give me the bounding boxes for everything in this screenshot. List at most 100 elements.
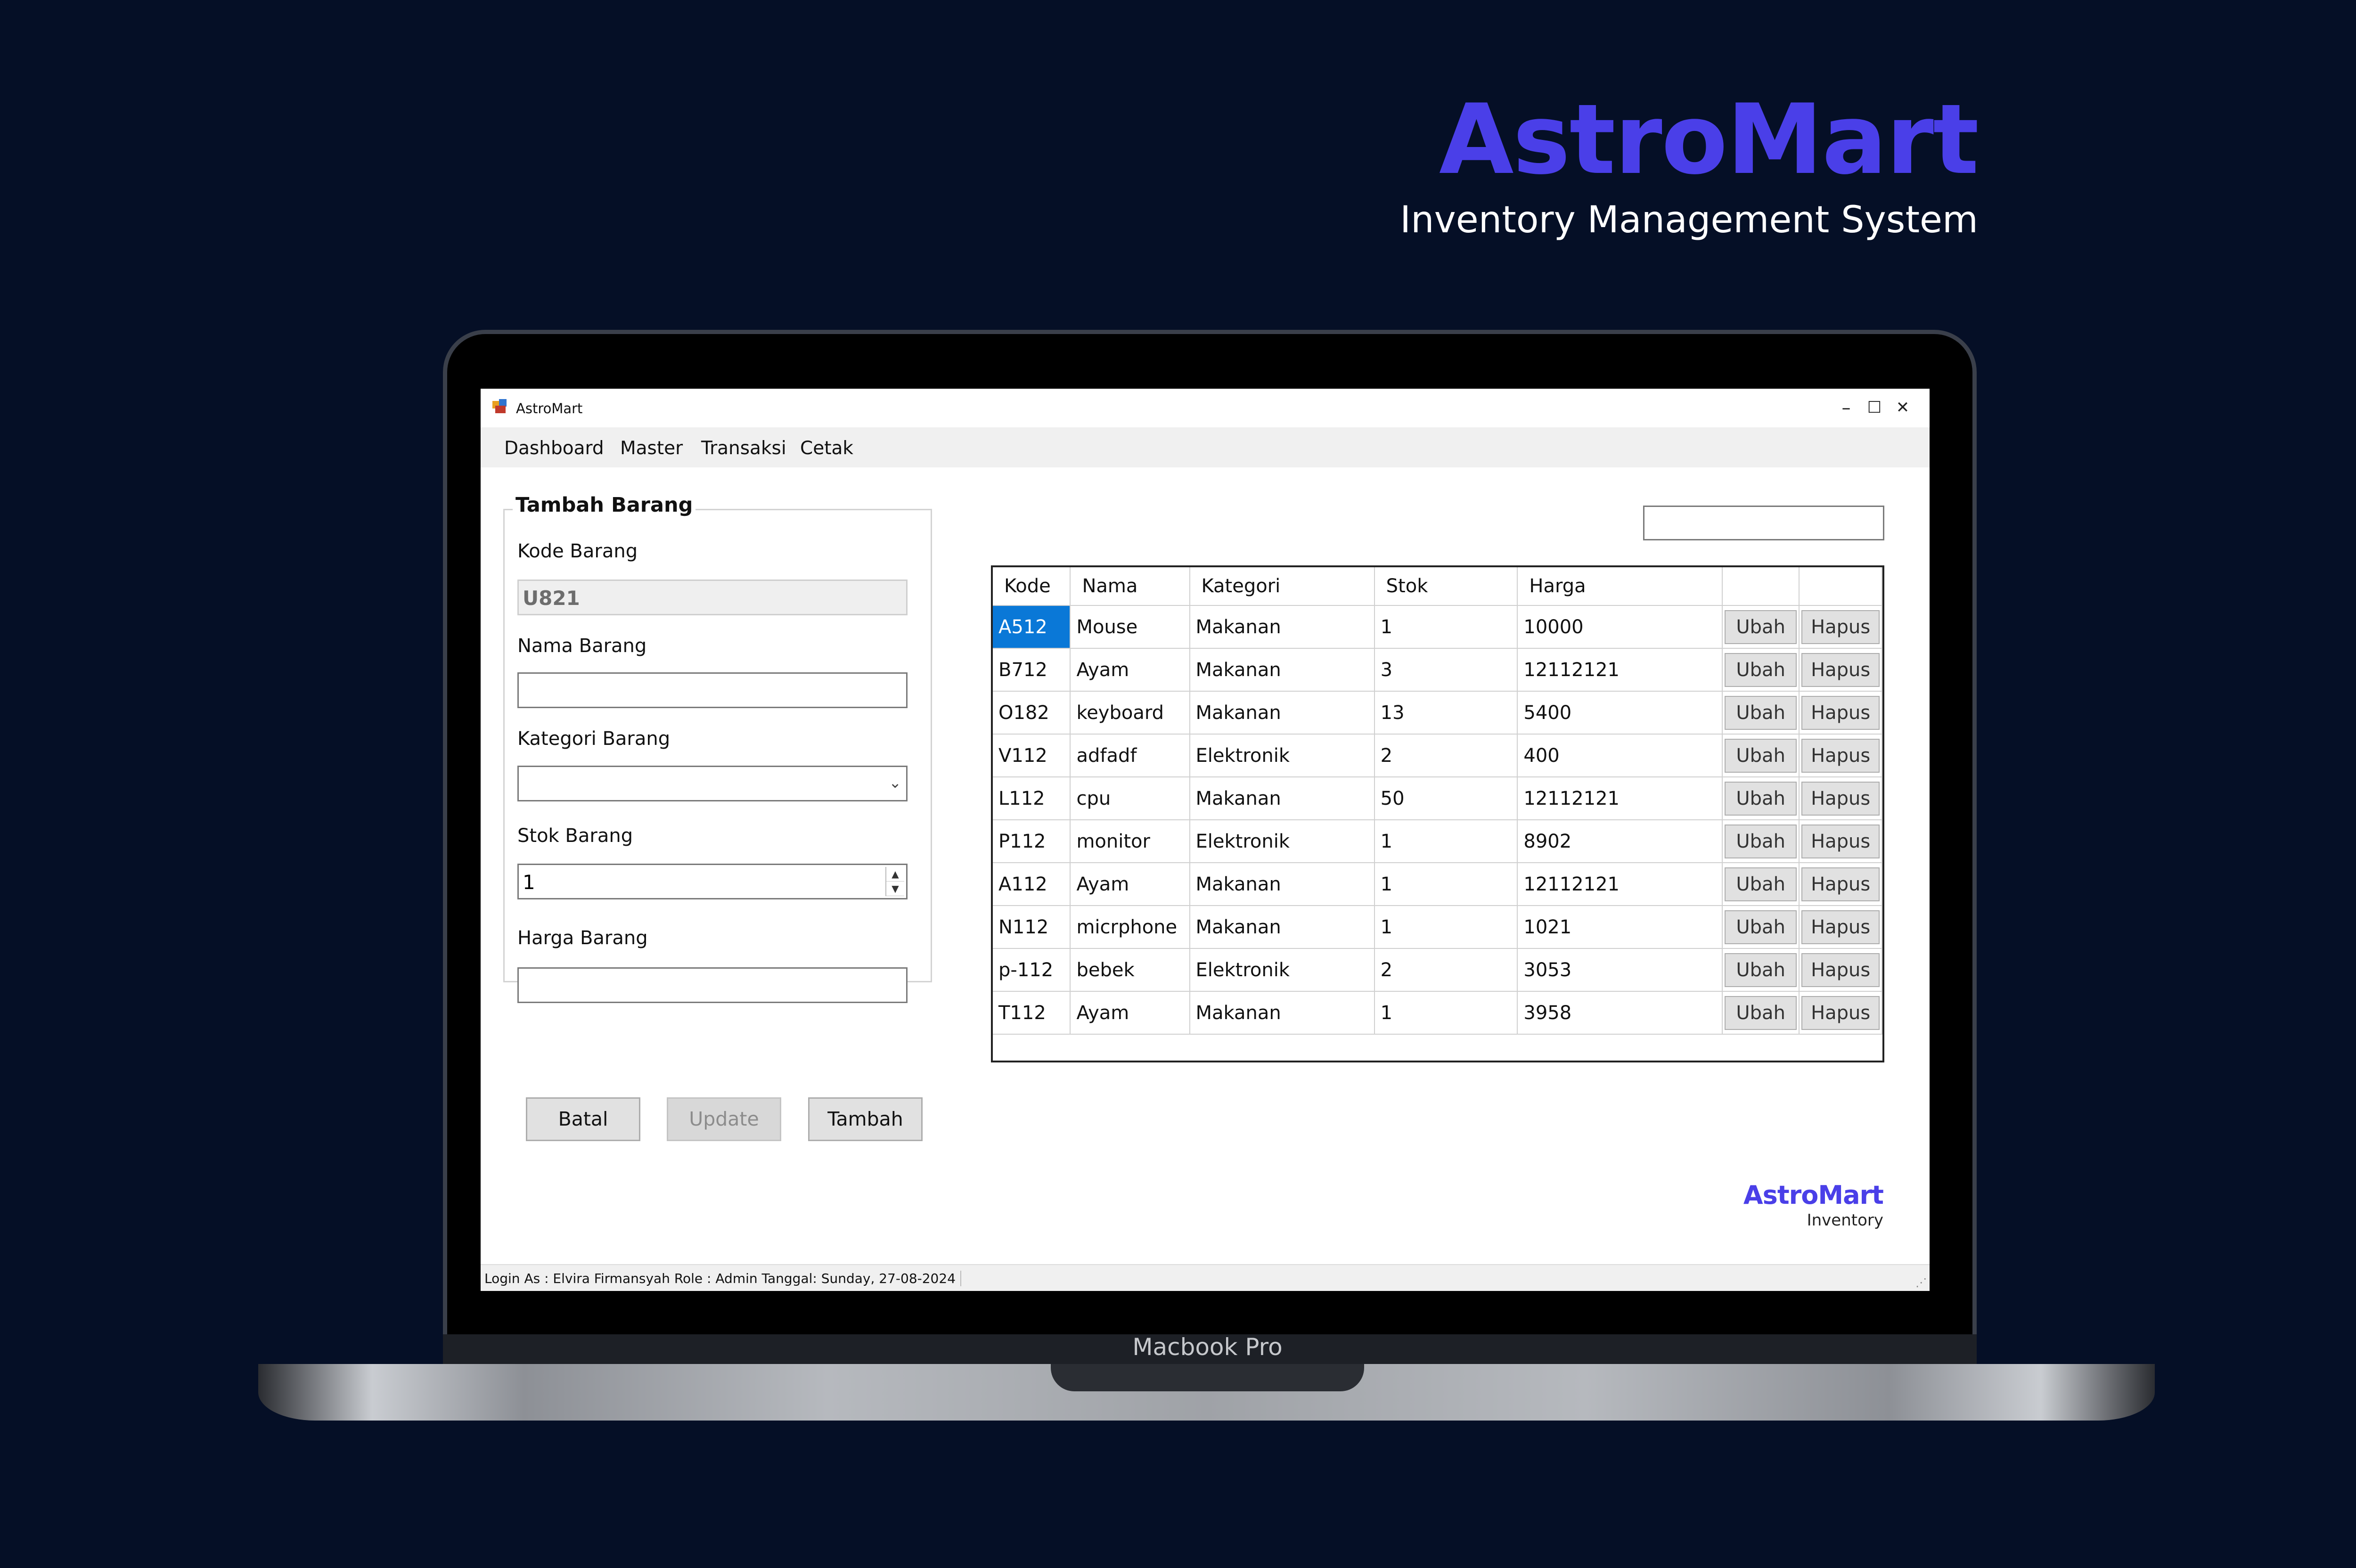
cell-kategori[interactable]: Makanan	[1189, 605, 1375, 649]
table-row[interactable]: N112 micrphone Makanan 1 1021 Ubah Hapus	[993, 906, 1882, 949]
cell-nama[interactable]: Ayam	[1070, 863, 1190, 906]
ubah-button[interactable]: Ubah	[1725, 781, 1797, 816]
cell-harga[interactable]: 1021	[1517, 906, 1723, 949]
stepper-down-icon[interactable]: ▼	[886, 882, 904, 896]
ubah-button[interactable]: Ubah	[1725, 824, 1797, 858]
resize-grip-icon[interactable]: ⋰	[1915, 1276, 1927, 1289]
cell-stok[interactable]: 1	[1374, 863, 1518, 906]
cell-kode[interactable]: A112	[993, 863, 1071, 906]
table-row[interactable]: p-112 bebek Elektronik 2 3053 Ubah Hapus	[993, 948, 1882, 992]
cell-nama[interactable]: Mouse	[1070, 605, 1190, 649]
cell-kategori[interactable]: Elektronik	[1189, 948, 1375, 992]
cell-kode[interactable]: O182	[993, 691, 1071, 735]
menu-transaksi[interactable]: Transaksi	[701, 438, 786, 459]
cell-kode[interactable]: B712	[993, 648, 1071, 692]
cell-harga[interactable]: 12112121	[1517, 777, 1723, 820]
cell-stok[interactable]: 1	[1374, 820, 1518, 863]
table-row[interactable]: O182 keyboard Makanan 13 5400 Ubah Hapus	[993, 691, 1882, 735]
cell-kode[interactable]: T112	[993, 991, 1071, 1035]
hapus-button[interactable]: Hapus	[1801, 653, 1880, 687]
cell-stok[interactable]: 50	[1374, 777, 1518, 820]
table-row[interactable]: A112 Ayam Makanan 1 12112121 Ubah Hapus	[993, 863, 1882, 906]
hapus-button[interactable]: Hapus	[1801, 695, 1880, 730]
batal-button[interactable]: Batal	[526, 1097, 640, 1141]
col-kode[interactable]: Kode	[993, 567, 1071, 606]
cell-stok[interactable]: 3	[1374, 648, 1518, 692]
table-row[interactable]: L112 cpu Makanan 50 12112121 Ubah Hapus	[993, 777, 1882, 820]
hapus-button[interactable]: Hapus	[1801, 867, 1880, 901]
menu-master[interactable]: Master	[620, 438, 683, 459]
cell-harga[interactable]: 8902	[1517, 820, 1723, 863]
search-input[interactable]	[1643, 506, 1884, 540]
cell-harga[interactable]: 5400	[1517, 691, 1723, 735]
ubah-button[interactable]: Ubah	[1725, 610, 1797, 644]
cell-kode[interactable]: V112	[993, 734, 1071, 777]
update-button[interactable]: Update	[667, 1097, 781, 1141]
hapus-button[interactable]: Hapus	[1801, 781, 1880, 816]
cell-nama[interactable]: adfadf	[1070, 734, 1190, 777]
minimize-icon[interactable]: –	[1833, 394, 1859, 421]
ubah-button[interactable]: Ubah	[1725, 653, 1797, 687]
ubah-button[interactable]: Ubah	[1725, 910, 1797, 944]
nama-field[interactable]	[517, 672, 908, 708]
cell-nama[interactable]: micrphone	[1070, 906, 1190, 949]
ubah-button[interactable]: Ubah	[1725, 996, 1797, 1030]
cell-nama[interactable]: Ayam	[1070, 648, 1190, 692]
ubah-button[interactable]: Ubah	[1725, 695, 1797, 730]
hapus-button[interactable]: Hapus	[1801, 996, 1880, 1030]
cell-stok[interactable]: 1	[1374, 605, 1518, 649]
ubah-button[interactable]: Ubah	[1725, 953, 1797, 987]
hapus-button[interactable]: Hapus	[1801, 824, 1880, 858]
cell-kategori[interactable]: Makanan	[1189, 991, 1375, 1035]
table-row[interactable]: B712 Ayam Makanan 3 12112121 Ubah Hapus	[993, 648, 1882, 692]
cell-harga[interactable]: 12112121	[1517, 648, 1723, 692]
kategori-select[interactable]: ⌄	[517, 766, 908, 801]
ubah-button[interactable]: Ubah	[1725, 867, 1797, 901]
col-kategori[interactable]: Kategori	[1189, 567, 1375, 606]
cell-kategori[interactable]: Makanan	[1189, 863, 1375, 906]
cell-nama[interactable]: Ayam	[1070, 991, 1190, 1035]
cell-kategori[interactable]: Elektronik	[1189, 820, 1375, 863]
ubah-button[interactable]: Ubah	[1725, 738, 1797, 773]
cell-kode[interactable]: P112	[993, 820, 1071, 863]
col-harga[interactable]: Harga	[1517, 567, 1723, 606]
hapus-button[interactable]: Hapus	[1801, 610, 1880, 644]
cell-harga[interactable]: 3958	[1517, 991, 1723, 1035]
stok-stepper[interactable]: 1 ▲ ▼	[517, 864, 908, 899]
hapus-button[interactable]: Hapus	[1801, 910, 1880, 944]
stepper-up-icon[interactable]: ▲	[886, 867, 904, 882]
table-row[interactable]: V112 adfadf Elektronik 2 400 Ubah Hapus	[993, 734, 1882, 777]
cell-stok[interactable]: 1	[1374, 906, 1518, 949]
tambah-button[interactable]: Tambah	[808, 1097, 923, 1141]
hapus-button[interactable]: Hapus	[1801, 953, 1880, 987]
col-stok[interactable]: Stok	[1374, 567, 1518, 606]
cell-stok[interactable]: 1	[1374, 991, 1518, 1035]
cell-harga[interactable]: 12112121	[1517, 863, 1723, 906]
maximize-icon[interactable]: ☐	[1861, 394, 1888, 421]
cell-stok[interactable]: 2	[1374, 734, 1518, 777]
cell-harga[interactable]: 10000	[1517, 605, 1723, 649]
cell-nama[interactable]: keyboard	[1070, 691, 1190, 735]
cell-nama[interactable]: bebek	[1070, 948, 1190, 992]
cell-kategori[interactable]: Makanan	[1189, 906, 1375, 949]
table-row[interactable]: P112 monitor Elektronik 1 8902 Ubah Hapus	[993, 820, 1882, 863]
cell-stok[interactable]: 2	[1374, 948, 1518, 992]
cell-kode[interactable]: A512	[993, 605, 1071, 649]
cell-kategori[interactable]: Makanan	[1189, 648, 1375, 692]
cell-harga[interactable]: 3053	[1517, 948, 1723, 992]
table-row[interactable]: A512 Mouse Makanan 1 10000 Ubah Hapus	[993, 605, 1882, 649]
cell-harga[interactable]: 400	[1517, 734, 1723, 777]
cell-stok[interactable]: 13	[1374, 691, 1518, 735]
menu-cetak[interactable]: Cetak	[800, 438, 853, 459]
cell-kode[interactable]: N112	[993, 906, 1071, 949]
close-icon[interactable]: ✕	[1890, 394, 1916, 421]
col-nama[interactable]: Nama	[1070, 567, 1190, 606]
harga-field[interactable]	[517, 967, 908, 1003]
cell-kategori[interactable]: Elektronik	[1189, 734, 1375, 777]
cell-kategori[interactable]: Makanan	[1189, 777, 1375, 820]
cell-nama[interactable]: monitor	[1070, 820, 1190, 863]
hapus-button[interactable]: Hapus	[1801, 738, 1880, 773]
cell-kode[interactable]: L112	[993, 777, 1071, 820]
table-row[interactable]: T112 Ayam Makanan 1 3958 Ubah Hapus	[993, 991, 1882, 1035]
cell-nama[interactable]: cpu	[1070, 777, 1190, 820]
